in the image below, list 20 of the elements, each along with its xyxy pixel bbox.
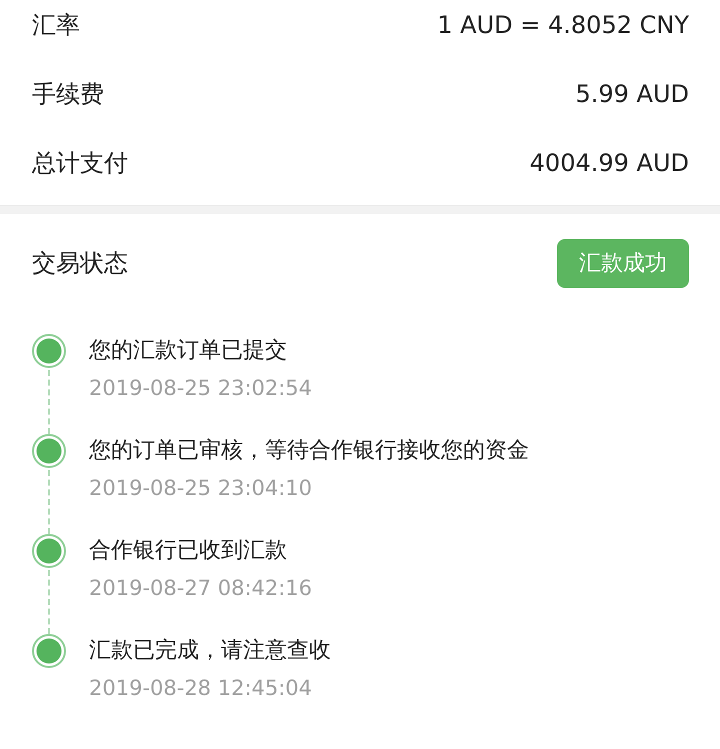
status-label: 交易状态 bbox=[32, 248, 128, 279]
timeline-dot-icon bbox=[32, 634, 66, 668]
field-label: 汇率 bbox=[32, 10, 80, 40]
step-time: 2019-08-28 12:45:04 bbox=[89, 675, 314, 702]
field-label: 总计支付 bbox=[32, 148, 128, 178]
step-title: 汇款已完成，请注意查收 bbox=[89, 637, 331, 665]
step-time: 2019-08-25 23:04:10 bbox=[89, 475, 314, 502]
timeline-dot-icon bbox=[32, 334, 66, 368]
field-value: 4004.99 AUD bbox=[530, 148, 689, 176]
field-label: 手续费 bbox=[32, 78, 104, 110]
timeline-dot-icon bbox=[32, 534, 66, 568]
step-time: 2019-08-27 08:42:16 bbox=[89, 575, 312, 602]
timeline-dot-icon bbox=[32, 434, 66, 468]
step-time: 2019-08-25 23:02:54 bbox=[89, 375, 312, 402]
field-value: 1 AUD = 4.8052 CNY bbox=[437, 10, 689, 38]
step-title: 您的订单已审核，等待合作银行接收您的资金 bbox=[89, 437, 529, 465]
step-title: 合作银行已收到汇款 bbox=[89, 537, 288, 565]
step-title: 您的汇款订单已提交 bbox=[89, 337, 288, 365]
field-value: 5.99 AUD bbox=[575, 80, 689, 108]
status-badge: 汇款成功 bbox=[557, 238, 689, 288]
